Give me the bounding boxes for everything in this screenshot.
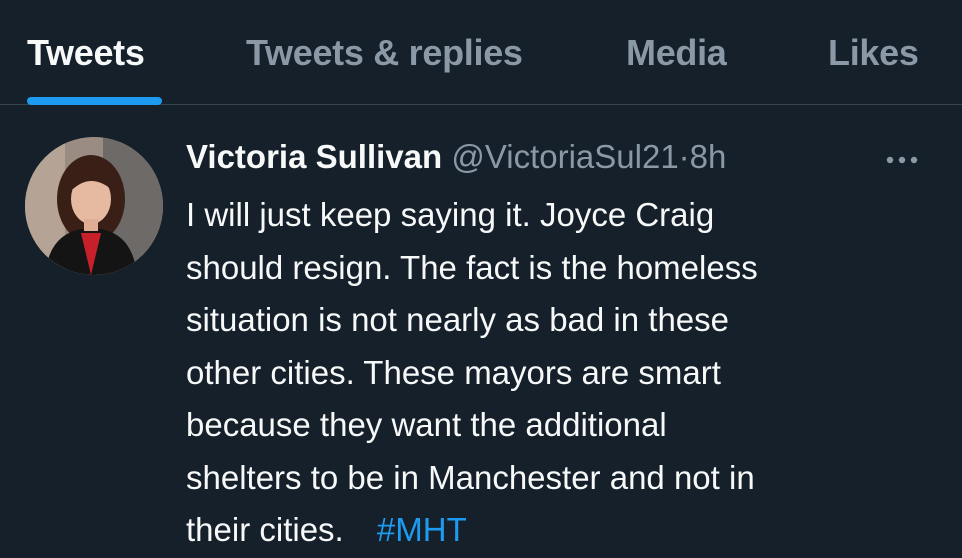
tweet-text-line: situation is not nearly as bad in these [186, 301, 730, 338]
tweet-text-line: because they want the additional [186, 406, 667, 443]
tab-tweets-and-replies[interactable]: Tweets & replies [246, 32, 523, 74]
tweet[interactable]: Victoria Sullivan @VictoriaSul21·8h I wi… [0, 105, 962, 558]
tweet-text-line: I will just keep saying it. Joyce Craig [186, 196, 715, 233]
profile-tabs: Tweets Tweets & replies Media Likes [0, 0, 962, 105]
user-handle[interactable]: @VictoriaSul21 [451, 138, 678, 175]
tweet-text-line: should resign. The fact is the homeless [186, 248, 758, 286]
tweet-text-line: shelters to be in Manchester and not in [186, 458, 755, 496]
tweet-text-line: other cities. These mayors are smart [186, 353, 721, 391]
separator-dot: · [678, 138, 690, 175]
tab-tweets[interactable]: Tweets [27, 32, 145, 74]
tweet-text-last-line: their cities. #MHT [186, 504, 926, 557]
avatar-image [25, 137, 163, 275]
tweet-text-fragment: their cities. [186, 511, 353, 548]
display-name[interactable]: Victoria Sullivan [186, 138, 442, 175]
active-tab-indicator [27, 97, 162, 105]
more-horizontal-icon[interactable] [884, 153, 924, 165]
profile-timeline: Tweets Tweets & replies Media Likes Vict… [0, 0, 962, 558]
hashtag-link[interactable]: #MHT [377, 511, 467, 548]
tweet-timestamp[interactable]: 8h [690, 138, 727, 175]
avatar[interactable] [25, 137, 163, 275]
tweet-text: I will just keep saying it. Joyce Craig … [186, 189, 926, 557]
tweet-header: Victoria Sullivan @VictoriaSul21·8h [186, 137, 726, 177]
tab-likes[interactable]: Likes [828, 32, 919, 74]
tab-media[interactable]: Media [626, 32, 727, 74]
